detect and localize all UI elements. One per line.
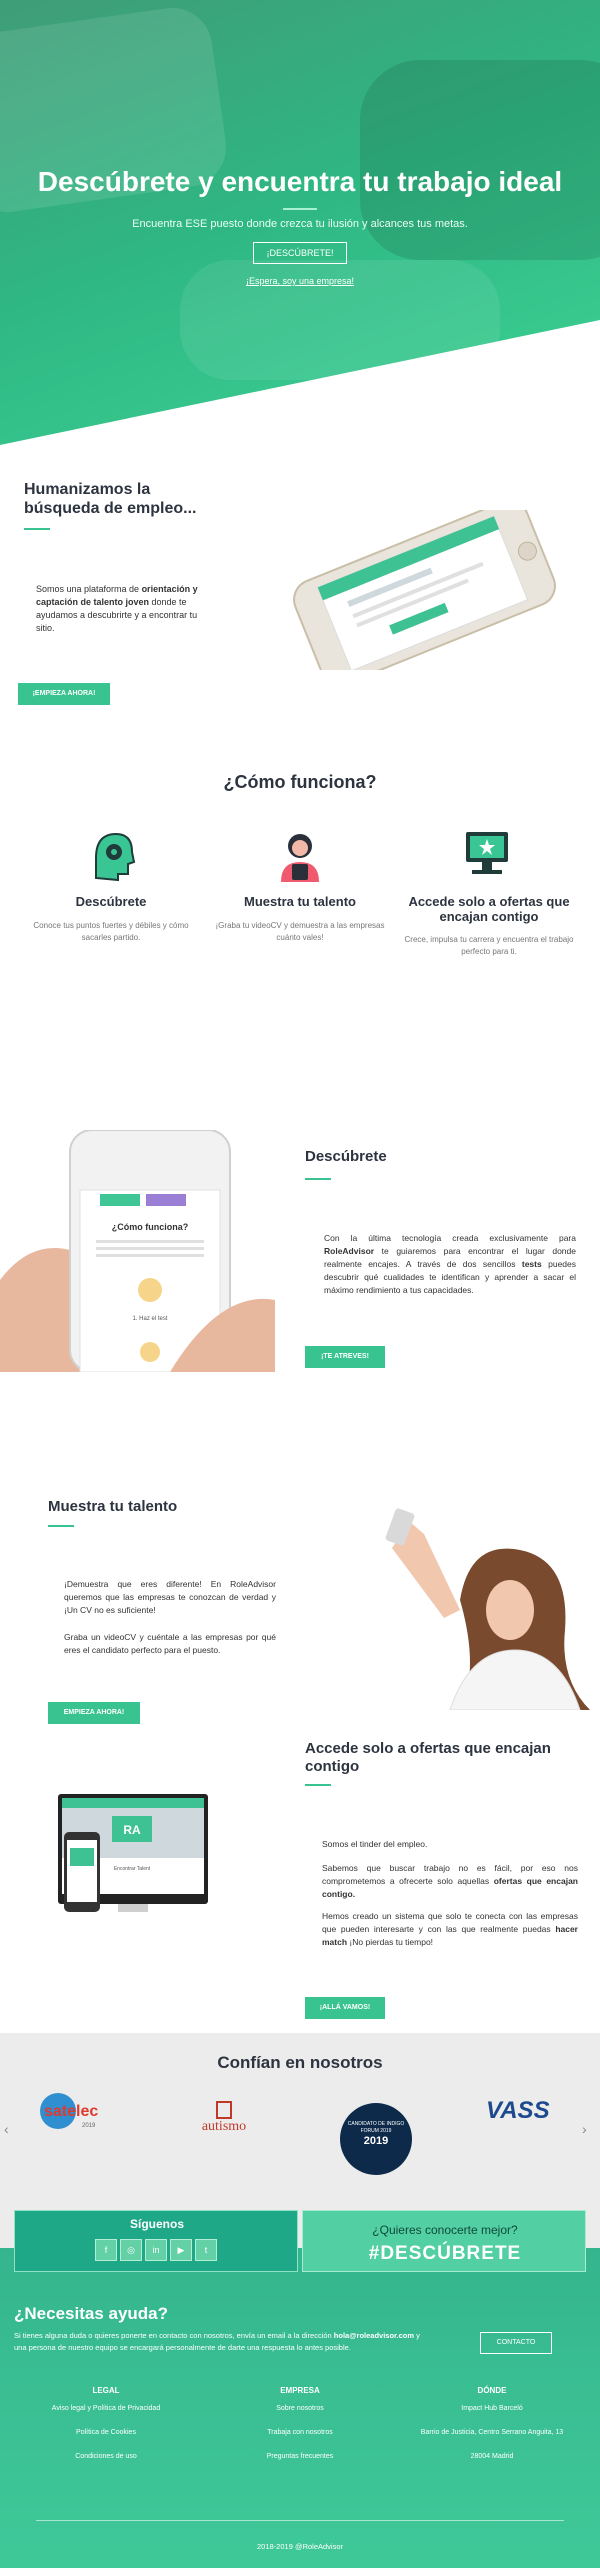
footer-link[interactable]: Política de Cookies [6,2429,206,2436]
video-cv-icon [281,834,319,882]
iphone-illustration [293,510,556,670]
discover-text-part: Con la última tecnología creada exclusiv… [324,1233,576,1243]
hand-phone-image: ¿Cómo funciona? 1. Haz el test [0,1130,275,1372]
devices-mockup-image: RA Encontrar Talent [58,1794,208,1912]
discover-button[interactable]: ¡DESCÚBRETE! [253,242,347,264]
footer-address: Impact Hub Barceló [461,2405,523,2412]
footer-donde-title: DÓNDE [477,2386,507,2395]
discover-text: Con la última tecnología creada exclusiv… [324,1232,576,1297]
contact-button[interactable]: CONTACTO [480,2332,552,2354]
logo-satelec: satelec 2019 [36,2093,116,2133]
hero-diagonal-cut [0,320,600,470]
how-card-text: ¡Graba tu videoCV y demuestra a las empr… [215,921,385,942]
help-email[interactable]: hola@roleadvisor.com [334,2331,414,2340]
mockup-screen-name: Encontrar Talent [114,1866,151,1872]
footer-legal-title: LEGAL [92,2386,120,2395]
intro-title: Humanizamos la búsqueda de empleo... [24,480,196,518]
hero-subtitle: Encuentra ESE puesto donde crezca tu ilu… [132,218,468,230]
help-text: Si tienes alguna duda o quieres ponerte … [14,2330,434,2354]
how-card-title: Muestra tu talento [244,894,356,909]
twitter-icon[interactable]: t [195,2239,217,2261]
footer-link[interactable]: Preguntas frecuentes [200,2453,400,2460]
head-gear-icon [95,832,136,882]
satelec-year: 2019 [82,2123,96,2129]
offers-text-2: Sabemos que buscar trabajo no es fácil, … [322,1862,578,1901]
footer: ¿Necesitas ayuda? Si tienes alguna duda … [0,2248,600,2568]
indigo-text: CANDIDATO DE INDIGO FORUM 2019 [347,2121,405,2134]
offers-title-line: Accede solo a ofertas que encajan [305,1740,551,1757]
follow-title: Síguenos [129,2217,184,2231]
logo-vass: VASS [486,2097,550,2124]
carousel-next-arrow[interactable]: › [582,2121,587,2137]
footer-link[interactable]: Aviso legal y Política de Privacidad [6,2405,206,2412]
talent-title: Muestra tu talento [48,1498,178,1515]
offers-text-part: Hemos creado un sistema que solo te cone… [322,1911,578,1934]
trust-title: Confían en nosotros [217,2053,383,2072]
intro-title-line: Humanizamos la [24,481,151,498]
talent-start-button[interactable]: EMPIEZA AHORA! [48,1702,140,1724]
help-text-part: Si tienes alguna duda o quieres ponerte … [14,2331,334,2340]
footer-address: Barrio de Justicia, Centro Serrano Angui… [420,2429,564,2436]
indigo-year: 2019 [363,2135,389,2147]
instagram-icon[interactable]: ◎ [120,2239,142,2261]
job-offer-screen-icon [466,832,508,874]
offers-text-3: Hemos creado un sistema que solo te cone… [322,1910,578,1949]
talent-text-1: ¡Demuestra que eres diferente! En RoleAd… [64,1579,276,1615]
talent-text-2: Graba un videoCV y cuéntale a las empres… [64,1632,276,1655]
intro-text-part: Somos una plataforma de [36,584,142,594]
discover-divider [305,1178,331,1180]
how-card-text: Conoce tus puntos fuertes y débiles y có… [33,921,189,942]
footer-link[interactable]: Sobre nosotros [200,2405,400,2412]
offers-divider [305,1784,331,1786]
footer-link[interactable]: Condiciones de uso [6,2453,206,2460]
know-hashtag: #DESCÚBRETE [368,2243,522,2264]
offers-text-part: ¡No pierdas tu tiempo! [347,1937,434,1947]
phone-screen-title: ¿Cómo funciona? [112,1222,189,1232]
know-question: ¿Quieres conocerte mejor? [372,2223,518,2237]
intro-text: Somos una plataforma de orientación y ca… [36,583,204,635]
follow-box: Síguenos f ◎ in ▶ t [14,2210,298,2272]
footer-address: 28004 Madrid [470,2453,514,2460]
logo-indigo-forum: CANDIDATO DE INDIGO FORUM 2019 2019 [340,2103,412,2175]
how-card-text: Crece, impulsa tu carrera y encuentra el… [404,935,574,956]
discover-text-bold: RoleAdvisor [324,1246,375,1256]
autismo-text: autismo [201,2119,247,2134]
start-now-button[interactable]: ¡EMPIEZA AHORA! [18,683,110,705]
logo-autismo: autismo [184,2101,264,2141]
offers-text-1: Somos el tinder del empleo. [322,1839,428,1849]
phone-step: 1. Haz el test [132,1316,167,1322]
facebook-icon[interactable]: f [95,2239,117,2261]
youtube-icon[interactable]: ▶ [170,2239,192,2261]
company-link[interactable]: ¡Espera, soy una empresa! [0,276,600,286]
footer-divider [36,2520,564,2521]
talent-divider [48,1525,74,1527]
discover-title: Descúbrete [305,1148,387,1165]
satelec-text: satelec [44,2103,99,2120]
intro-title-line: búsqueda de empleo... [24,500,197,517]
carousel-prev-arrow[interactable]: ‹ [4,2121,9,2137]
footer-empresa-title: EMPRESA [280,2386,320,2395]
how-card-title: Accede solo a ofertas que encajan contig… [408,894,570,924]
offers-title: Accede solo a ofertas que encajan contig… [305,1740,585,1776]
footer-link[interactable]: Trabaja con nosotros [200,2429,400,2436]
intro-divider [24,528,50,530]
how-title: ¿Cómo funciona? [223,772,377,792]
lets-go-button[interactable]: ¡ALLÁ VAMOS! [305,1997,385,2019]
how-card-title: Descúbrete [75,894,147,909]
hero-divider [283,208,317,210]
copyright: 2018-2019 @RoleAdvisor [257,2542,343,2551]
know-yourself-box[interactable]: ¿Quieres conocerte mejor? #DESCÚBRETE [302,2210,586,2272]
help-title: ¿Necesitas ayuda? [14,2304,169,2323]
dare-button[interactable]: ¡TE ATREVES! [305,1346,385,1368]
mockup-logo-text: RA [123,1823,141,1837]
selfie-woman-image [340,1500,600,1710]
hero-section: Descúbrete y encuentra tu trabajo ideal … [0,0,600,470]
offers-title-line: contigo [305,1758,360,1775]
hero-title: Descúbrete y encuentra tu trabajo ideal [37,166,563,197]
linkedin-icon[interactable]: in [145,2239,167,2261]
discover-text-bold: tests [521,1259,542,1269]
